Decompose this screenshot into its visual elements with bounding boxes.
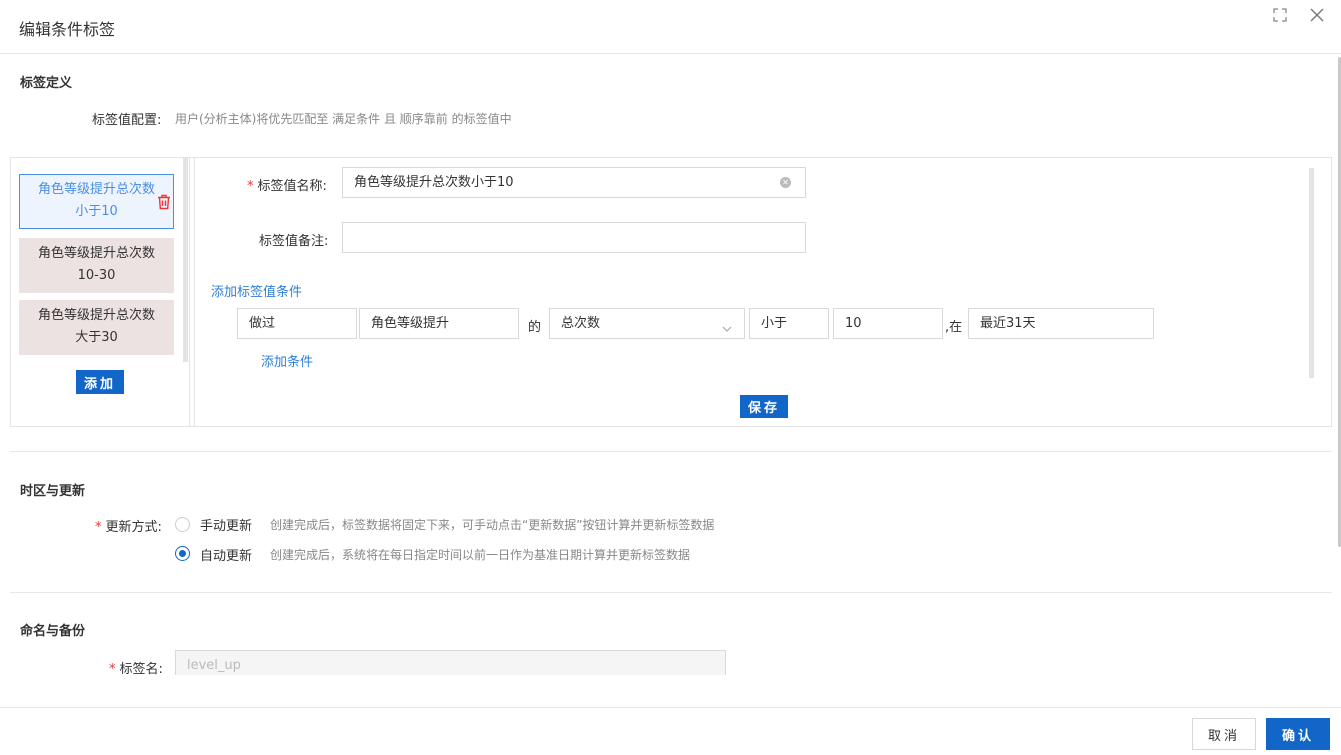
expand-icon[interactable] bbox=[1271, 8, 1289, 26]
section-title-naming: 命名与备份 bbox=[20, 624, 86, 639]
section-title-definition: 标签定义 bbox=[20, 76, 73, 91]
condition-metric-select[interactable]: 总次数 bbox=[549, 308, 745, 339]
condition-event-input[interactable]: 角色等级提升 bbox=[359, 308, 519, 339]
close-icon[interactable] bbox=[1308, 8, 1326, 26]
tag-value-item-label: 角色等级提升总次数大于30 bbox=[37, 308, 155, 345]
dialog-header: 编辑条件标签 bbox=[0, 0, 1341, 54]
update-mode-label: * 更新方式: bbox=[95, 516, 162, 535]
tag-value-item-label: 角色等级提升总次数10-30 bbox=[37, 246, 155, 283]
edit-condition-tag-dialog: 编辑条件标签 标签定义 标签值配置: 用户(分析主体)将优先匹配至 满足条件 且… bbox=[0, 0, 1341, 755]
add-condition-link[interactable]: 添加条件 bbox=[261, 351, 313, 370]
tag-name-placeholder: level_up bbox=[187, 658, 241, 673]
of-text: 的 bbox=[528, 320, 542, 335]
value-name-label: * 标签值名称: bbox=[247, 175, 327, 194]
tag-name-label-text: 标签名: bbox=[119, 662, 163, 675]
tag-name-input[interactable]: level_up bbox=[175, 650, 726, 675]
update-mode-label-text: 更新方式: bbox=[105, 520, 162, 535]
value-note-label: 标签值备注: bbox=[259, 234, 329, 249]
condition-value-input[interactable]: 10 bbox=[833, 308, 943, 339]
manual-update-hint: 创建完成后，标签数据将固定下来，可手动点击“更新数据”按钮计算并更新标签数据 bbox=[270, 518, 715, 532]
dialog-footer: 取消 确认 bbox=[0, 707, 1341, 755]
cancel-button[interactable]: 取消 bbox=[1192, 718, 1256, 750]
auto-update-radio[interactable] bbox=[175, 546, 190, 561]
value-name-label-text: 标签值名称: bbox=[257, 179, 327, 194]
manual-update-radio[interactable] bbox=[175, 517, 190, 532]
value-name-text: 角色等级提升总次数小于10 bbox=[354, 175, 514, 190]
in-text: ,在 bbox=[945, 320, 963, 335]
tag-value-editor: * 标签值名称: 角色等级提升总次数小于10 ✕ 标签值备注: 添加标签值条件 做… bbox=[194, 158, 1331, 426]
auto-update-label[interactable]: 自动更新 bbox=[200, 545, 252, 564]
tag-value-item[interactable]: 角色等级提升总次数10-30 bbox=[19, 238, 174, 293]
auto-update-hint: 创建完成后，系统将在每日指定时间以前一日作为基准日期计算并更新标签数据 bbox=[270, 548, 691, 562]
section-divider bbox=[10, 592, 1332, 593]
clear-icon[interactable]: ✕ bbox=[780, 177, 791, 188]
tag-value-item[interactable]: 角色等级提升总次数大于30 bbox=[19, 300, 174, 355]
editor-scrollbar[interactable] bbox=[1309, 168, 1314, 378]
condition-period-select[interactable]: 最近31天 bbox=[968, 308, 1154, 339]
value-note-input[interactable] bbox=[342, 222, 806, 253]
required-mark: * bbox=[247, 179, 254, 194]
condition-action-input[interactable]: 做过 bbox=[237, 308, 357, 339]
required-mark: * bbox=[109, 662, 116, 675]
section-divider bbox=[10, 451, 1332, 452]
chevron-down-icon bbox=[722, 316, 732, 338]
add-value-condition-link[interactable]: 添加标签值条件 bbox=[211, 281, 302, 300]
save-button[interactable]: 保存 bbox=[740, 395, 788, 418]
config-label: 标签值配置: bbox=[92, 113, 162, 128]
tag-value-item-active[interactable]: 角色等级提升总次数小于10 bbox=[19, 174, 174, 229]
tag-name-label: * 标签名: bbox=[109, 658, 163, 675]
value-name-input[interactable]: 角色等级提升总次数小于10 ✕ bbox=[342, 167, 806, 198]
tag-value-list: 角色等级提升总次数小于10 角色等级提升总次数10-30 角色等级提升总次数大于… bbox=[11, 158, 190, 426]
config-hint: 用户(分析主体)将优先匹配至 满足条件 且 顺序靠前 的标签值中 bbox=[175, 112, 512, 126]
dialog-body: 标签定义 标签值配置: 用户(分析主体)将优先匹配至 满足条件 且 顺序靠前 的… bbox=[0, 55, 1341, 675]
manual-update-label[interactable]: 手动更新 bbox=[200, 515, 252, 534]
tag-value-item-label: 角色等级提升总次数小于10 bbox=[37, 182, 155, 219]
add-tag-value-button[interactable]: 添加 bbox=[76, 370, 124, 394]
required-mark: * bbox=[95, 520, 102, 535]
list-scrollbar[interactable] bbox=[183, 158, 188, 362]
tag-value-panel: 角色等级提升总次数小于10 角色等级提升总次数10-30 角色等级提升总次数大于… bbox=[10, 157, 1332, 427]
trash-icon[interactable] bbox=[157, 194, 171, 210]
confirm-button[interactable]: 确认 bbox=[1266, 718, 1330, 750]
dialog-title: 编辑条件标签 bbox=[19, 20, 116, 39]
condition-metric-value: 总次数 bbox=[561, 316, 601, 331]
condition-operator-select[interactable]: 小于 bbox=[749, 308, 829, 339]
section-title-timezone: 时区与更新 bbox=[20, 484, 86, 499]
